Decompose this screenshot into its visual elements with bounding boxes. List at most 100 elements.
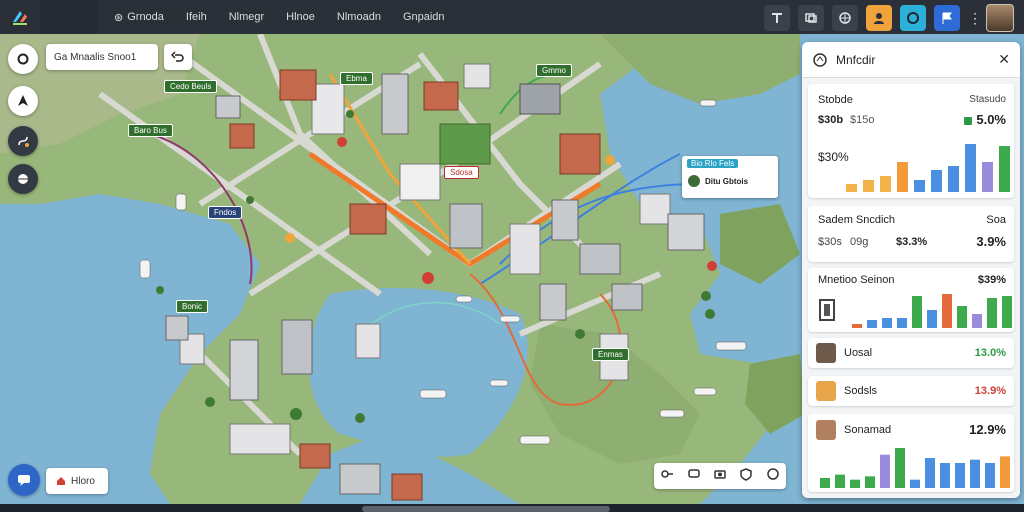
chat-bubble-icon[interactable] bbox=[766, 467, 780, 486]
chart-bar bbox=[987, 298, 997, 328]
stats-card-2[interactable]: Sadem Sncdich Soa $30s 09g $3.3% 3.9% bbox=[808, 206, 1014, 262]
top-bar-spacer bbox=[40, 0, 98, 34]
card-change-value: 5.0% bbox=[976, 112, 1006, 127]
chart-bar bbox=[865, 476, 875, 488]
map-tools-group bbox=[654, 463, 786, 489]
card-subtitle: Stasudo bbox=[969, 94, 1006, 105]
search-box[interactable]: Ga Mnaalis Snoo1 bbox=[46, 44, 158, 70]
poi-popup-title: Ditu Gbtois bbox=[705, 176, 749, 186]
user-button[interactable] bbox=[866, 5, 892, 31]
avatar[interactable] bbox=[986, 4, 1014, 32]
location-icon bbox=[17, 53, 29, 65]
location-button[interactable] bbox=[8, 44, 38, 74]
bottom-scroll-handle[interactable] bbox=[362, 506, 610, 512]
chart-bar bbox=[927, 310, 937, 328]
card-value: $30s bbox=[818, 236, 842, 248]
map-label[interactable]: Bonic bbox=[176, 300, 209, 313]
undo-button[interactable] bbox=[164, 44, 192, 70]
row-value: 13.0% bbox=[974, 347, 1006, 359]
more-options-icon[interactable]: ⋮ bbox=[968, 10, 982, 27]
toolbar: ⋮ bbox=[764, 4, 1014, 32]
measure-icon[interactable] bbox=[660, 467, 674, 486]
nav-item-nlmegr[interactable]: Nlmegr bbox=[229, 11, 264, 23]
home-button[interactable]: Hloro bbox=[46, 468, 108, 494]
nav-item-gnpaidn[interactable]: Gnpaidn bbox=[403, 11, 445, 23]
globe-view-button[interactable] bbox=[8, 164, 38, 194]
nav-item-grnoda[interactable]: ⊛ Grnoda bbox=[114, 11, 164, 24]
chart-bar bbox=[880, 176, 891, 192]
chart-bar bbox=[882, 318, 892, 328]
poi-popup-header: Bio Rlo Fels bbox=[687, 159, 739, 168]
chart-bar bbox=[850, 479, 860, 488]
nav-item-hlnoe[interactable]: Hlnoe bbox=[286, 11, 315, 23]
chart-bar bbox=[942, 294, 952, 328]
change-swatch bbox=[964, 116, 973, 125]
bar-chart-3 bbox=[852, 294, 1012, 328]
map-label[interactable]: Baro Bus bbox=[128, 124, 173, 137]
stats-card-1[interactable]: Stobde Stasudo $30b $15o 5.0% $30% bbox=[808, 84, 1014, 198]
camera-icon[interactable] bbox=[713, 467, 727, 486]
map-label[interactable]: Enmas bbox=[592, 348, 629, 361]
map-label[interactable]: Fndos bbox=[208, 206, 243, 219]
nav-item-nlmoadn[interactable]: Nlmoadn bbox=[337, 11, 381, 23]
chart-bar bbox=[948, 166, 959, 192]
comment-icon[interactable] bbox=[687, 467, 701, 486]
navigation-arrow-icon bbox=[18, 95, 28, 106]
map-label[interactable]: Gmmo bbox=[536, 64, 572, 77]
chart-bar bbox=[867, 320, 877, 328]
globe-icon bbox=[18, 174, 28, 184]
row-name: Uosal bbox=[844, 347, 873, 359]
panel-title: Mnfcdir bbox=[836, 52, 876, 67]
chart-bar bbox=[914, 180, 925, 192]
chart-bar bbox=[897, 162, 908, 192]
navigate-button[interactable] bbox=[8, 86, 38, 116]
flag-icon bbox=[942, 12, 952, 24]
panel-icon bbox=[813, 52, 827, 67]
search-text: Ga Mnaalis Snoo1 bbox=[54, 51, 137, 63]
row-value: 13.9% bbox=[974, 385, 1006, 397]
chart-bar bbox=[835, 474, 845, 488]
card-value-secondary: 09g bbox=[850, 236, 869, 248]
chart-bar bbox=[972, 314, 982, 328]
main-nav: ⊛ Grnoda Ifeih Nlmegr Hlnoe Nlmoadn Gnpa… bbox=[114, 0, 445, 34]
row-thumbnail bbox=[816, 420, 836, 440]
close-icon[interactable]: ✕ bbox=[998, 51, 1010, 68]
map-label[interactable]: Sdosa bbox=[444, 166, 479, 179]
layers-button[interactable] bbox=[798, 5, 824, 31]
card-metric: $3.3% bbox=[896, 236, 928, 248]
chart-bar bbox=[965, 144, 976, 192]
nav-item-label: Hlnoe bbox=[286, 11, 315, 23]
place-icon bbox=[688, 175, 700, 187]
undo-icon bbox=[171, 51, 184, 62]
nav-item-ifeih[interactable]: Ifeih bbox=[186, 11, 207, 23]
card-title: Mnetioo Seinon bbox=[818, 274, 895, 286]
card-change: 5.0% bbox=[964, 112, 1006, 127]
target-button[interactable] bbox=[900, 5, 926, 31]
nav-item-label: Ifeih bbox=[185, 11, 207, 23]
row-thumbnail bbox=[816, 381, 836, 401]
chart-bar bbox=[957, 306, 967, 328]
map-label[interactable]: Ebma bbox=[340, 72, 373, 85]
globe-button[interactable] bbox=[832, 5, 858, 31]
text-tool-button[interactable] bbox=[764, 5, 790, 31]
chart-bar bbox=[1002, 296, 1012, 328]
chart-bar bbox=[820, 478, 830, 488]
poi-popup[interactable]: Bio Rlo Fels Ditu Gbtois bbox=[682, 156, 778, 198]
chart-bar bbox=[925, 458, 935, 488]
app-logo[interactable] bbox=[0, 0, 40, 34]
map-label[interactable]: Cedo Beuls bbox=[164, 80, 218, 93]
stats-card-4[interactable]: Sonamad 12.9% bbox=[808, 414, 1014, 492]
chart-bar bbox=[912, 296, 922, 328]
list-item[interactable]: Sodsls 13.9% bbox=[808, 376, 1014, 406]
row-name: Sodsls bbox=[844, 385, 878, 397]
flag-button[interactable] bbox=[934, 5, 960, 31]
route-button[interactable] bbox=[8, 126, 38, 156]
chat-icon bbox=[18, 475, 30, 486]
card-title: Sadem Sncdich bbox=[818, 214, 896, 226]
chart-bar bbox=[1000, 456, 1010, 488]
logo-icon bbox=[13, 11, 27, 25]
list-item[interactable]: Uosal 13.0% bbox=[808, 338, 1014, 368]
assistant-button[interactable] bbox=[8, 464, 40, 496]
stats-card-3[interactable]: Mnetioo Seinon $39% bbox=[808, 268, 1014, 332]
shield-icon[interactable] bbox=[739, 467, 753, 486]
